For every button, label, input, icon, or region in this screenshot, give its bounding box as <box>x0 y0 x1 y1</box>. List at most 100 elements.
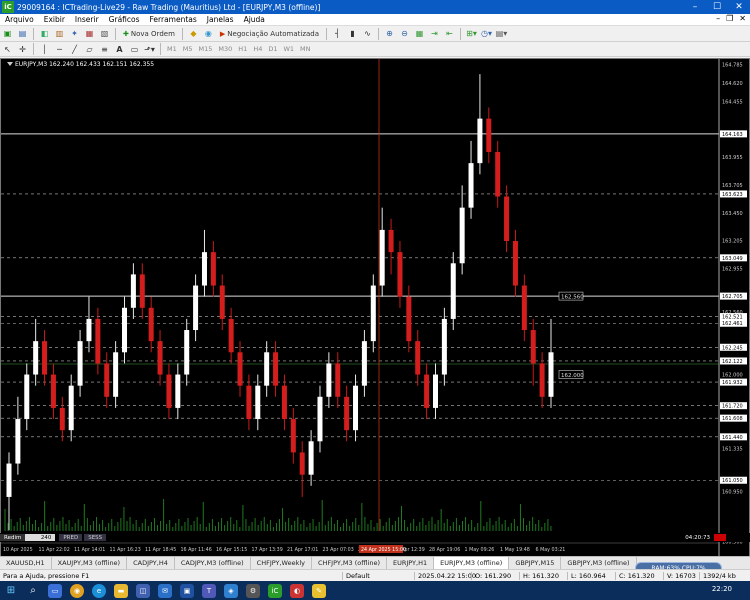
timeframe-m1[interactable]: M1 <box>164 45 180 53</box>
autoscroll-icon[interactable]: ⇥ <box>428 27 441 40</box>
tab-cadjpy-h4[interactable]: CADJPY,H4 <box>127 557 175 569</box>
time-axis-label: 11 Apr 22:02 <box>39 547 70 553</box>
settings-icon[interactable]: ⚙ <box>246 583 260 598</box>
zoom-out-icon[interactable]: ⊖ <box>398 27 411 40</box>
bullish-candle <box>130 274 136 308</box>
new-order-button[interactable]: ✚ Nova Ordem <box>120 27 178 40</box>
price-chart[interactable]: 164.785 164.620 164.455 164.163 163.955 163.7… <box>1 59 749 571</box>
label-tool-icon[interactable]: ▭ <box>128 43 141 56</box>
tab-gbpjpy-m15[interactable]: GBPJPY,M15 <box>509 557 562 569</box>
menu-arquivo[interactable]: Arquivo <box>0 15 39 24</box>
status-open: O: 161.290 <box>471 571 519 580</box>
indicator-value[interactable]: 240 <box>25 534 56 541</box>
separator <box>460 27 462 40</box>
bearish-candle <box>273 352 279 386</box>
candle-chart-icon[interactable]: ▮ <box>346 27 359 40</box>
store-icon[interactable]: ◫ <box>136 583 150 598</box>
timeframe-mn[interactable]: MN <box>297 45 313 53</box>
task-view-icon[interactable]: ▭ <box>48 583 62 598</box>
store-bag-icon[interactable]: ◈ <box>224 583 238 598</box>
notes-icon[interactable]: ✎ <box>312 583 326 598</box>
signals-icon[interactable]: ◉ <box>202 27 215 40</box>
metaeditor-icon[interactable]: ◆ <box>187 27 200 40</box>
metatrader-icon[interactable]: ◐ <box>290 583 304 598</box>
bullish-candle <box>184 330 190 375</box>
mdi-close-icon[interactable]: ✕ <box>739 14 746 23</box>
windows-start-icon[interactable]: ⊞ <box>4 584 18 598</box>
timeframe-h1[interactable]: H1 <box>235 45 250 53</box>
chart-window[interactable]: 164.785 164.620 164.455 164.163 163.955 163.7… <box>0 58 750 572</box>
indicators-icon[interactable]: ⊞▾ <box>465 27 478 40</box>
timeframe-h4[interactable]: H4 <box>250 45 265 53</box>
ictrading-icon[interactable]: iC <box>268 583 282 598</box>
horizontal-line-icon[interactable]: ─ <box>53 43 66 56</box>
bearish-candle <box>406 296 412 342</box>
crosshair-icon[interactable]: ✛ <box>16 43 29 56</box>
price-axis-label: 161.335 <box>722 447 743 453</box>
channel-icon[interactable]: ▱ <box>83 43 96 56</box>
price-axis-label: 164.785 <box>722 63 743 69</box>
menu-janelas[interactable]: Janelas <box>202 15 239 24</box>
timeframe-d1[interactable]: D1 <box>265 45 280 53</box>
teams-icon[interactable]: T <box>202 583 216 598</box>
menu-graficos[interactable]: Gráficos <box>104 15 145 24</box>
timeframe-m5[interactable]: M5 <box>180 45 196 53</box>
pred-button[interactable]: PRED <box>59 534 83 541</box>
auto-trading-button[interactable]: ▶ Negociação Automatizada <box>217 27 322 40</box>
minimize-icon[interactable]: – <box>684 0 706 14</box>
terminal-icon[interactable]: ▦ <box>83 27 96 40</box>
tab-chfjpy-weekly[interactable]: CHFJPY,Weekly <box>251 557 313 569</box>
data-window-icon[interactable]: ▥ <box>53 27 66 40</box>
mdi-restore-icon[interactable]: ❐ <box>726 14 733 23</box>
menu-exibir[interactable]: Exibir <box>39 15 70 24</box>
tab-cadjpy-m3[interactable]: CADJPY,M3 (offline) <box>175 557 251 569</box>
status-high: H: 161.320 <box>519 571 567 580</box>
market-watch-icon[interactable]: ◧ <box>38 27 51 40</box>
menu-ajuda[interactable]: Ajuda <box>239 15 270 24</box>
mdi-minimize-icon[interactable]: – <box>716 14 720 23</box>
tab-xauusd-h1[interactable]: XAUUSD,H1 <box>0 557 52 569</box>
periods-icon[interactable]: ◷▾ <box>480 27 493 40</box>
maximize-icon[interactable]: ☐ <box>706 0 728 14</box>
text-tool-icon[interactable]: A <box>113 43 126 56</box>
sess-button[interactable]: SESS <box>84 534 107 541</box>
edge-icon[interactable]: e <box>92 583 106 598</box>
tile-windows-icon[interactable]: ▦ <box>413 27 426 40</box>
timeframe-m15[interactable]: M15 <box>196 45 216 53</box>
mail-icon[interactable]: ✉ <box>158 583 172 598</box>
bullish-candle <box>255 385 261 420</box>
profiles-icon[interactable]: ▤ <box>16 27 29 40</box>
fibonacci-icon[interactable]: ≡ <box>98 43 111 56</box>
new-chart-icon[interactable]: ▣ <box>1 27 14 40</box>
zoom-in-icon[interactable]: ⊕ <box>383 27 396 40</box>
tab-chfjpy-m3[interactable]: CHFJPY,M3 (offline) <box>312 557 387 569</box>
menu-inserir[interactable]: Inserir <box>70 15 104 24</box>
menu-ferramentas[interactable]: Ferramentas <box>145 15 202 24</box>
tester-icon[interactable]: ▧ <box>98 27 111 40</box>
line-chart-icon[interactable]: ∿ <box>361 27 374 40</box>
chrome-icon[interactable]: ◉ <box>70 583 84 598</box>
status-traffic: 1392/4 kb <box>699 571 739 580</box>
bearish-candle <box>290 419 296 453</box>
navigator-icon[interactable]: ✦ <box>68 27 81 40</box>
bullish-candle <box>193 285 199 331</box>
timeframe-w1[interactable]: W1 <box>280 45 297 53</box>
timeframe-m30[interactable]: M30 <box>215 45 235 53</box>
trendline-icon[interactable]: ╱ <box>68 43 81 56</box>
tab-xaujpy-m3[interactable]: XAUJPY,M3 (offline) <box>52 557 128 569</box>
bearish-candle <box>415 341 421 375</box>
chart-shift-icon[interactable]: ⇤ <box>443 27 456 40</box>
photos-icon[interactable]: ▣ <box>180 583 194 598</box>
tab-eurjpy-m3[interactable]: EURJPY,M3 (offline) <box>434 557 510 569</box>
file-explorer-icon[interactable]: ▬ <box>114 583 128 598</box>
bar-chart-icon[interactable]: ┤ <box>331 27 344 40</box>
templates-icon[interactable]: ▤▾ <box>495 27 508 40</box>
close-icon[interactable]: ✕ <box>728 0 750 14</box>
search-icon[interactable]: ⌕ <box>26 584 40 598</box>
cursor-icon[interactable]: ↖ <box>1 43 14 56</box>
vertical-line-icon[interactable]: │ <box>38 43 51 56</box>
separator <box>33 43 34 55</box>
tab-gbpjpy-m3[interactable]: GBPJPY,M3 (offline) <box>561 557 637 569</box>
arrow-tool-icon[interactable]: ⬏▾ <box>143 43 156 56</box>
tab-eurjpy-h1[interactable]: EURJPY,H1 <box>387 557 435 569</box>
